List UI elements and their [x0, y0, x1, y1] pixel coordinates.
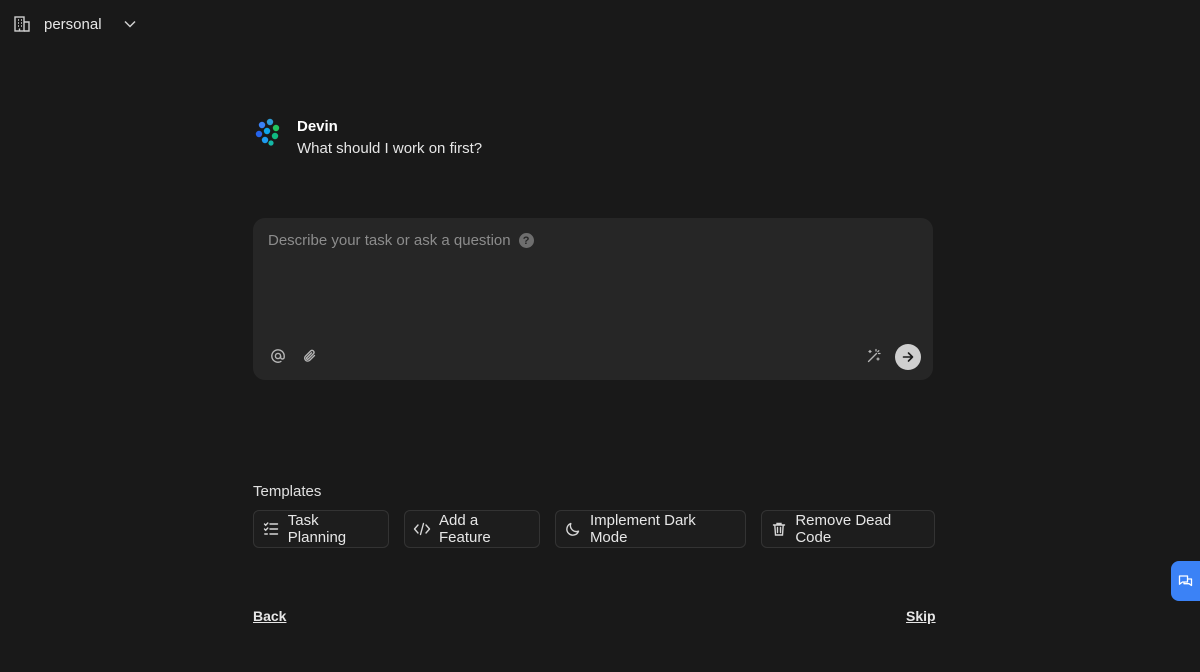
template-dark-mode[interactable]: Implement Dark Mode: [555, 510, 746, 548]
template-label: Implement Dark Mode: [589, 512, 696, 546]
template-remove-dead-code[interactable]: Remove Dead Code: [761, 510, 935, 548]
templates-heading: Templates: [253, 483, 322, 500]
feedback-button[interactable]: [1171, 561, 1200, 601]
at-icon[interactable]: [268, 346, 288, 366]
chevron-down-icon: [122, 16, 138, 32]
devin-logo: [255, 118, 280, 146]
template-task-planning[interactable]: Task Planning: [253, 510, 389, 548]
help-icon[interactable]: ?: [518, 233, 534, 248]
agent-question: What should I work on first?: [297, 140, 483, 157]
back-link[interactable]: Back: [253, 608, 286, 624]
task-composer[interactable]: Describe your task or ask a question ?: [253, 218, 933, 380]
task-input[interactable]: Describe your task or ask a question ?: [268, 232, 534, 249]
workspace-selector[interactable]: personal: [12, 12, 138, 36]
template-add-feature[interactable]: Add a Feature: [404, 510, 540, 548]
agent-name: Devin: [297, 118, 338, 135]
workspace-label: personal: [44, 15, 102, 33]
agent-greeting: Devin What should I work on first?: [253, 117, 482, 159]
paperclip-icon[interactable]: [300, 346, 320, 366]
templates-list: Task Planning Add a Feature Implement Da…: [253, 510, 935, 548]
template-label: Add a Feature: [439, 512, 491, 546]
send-arrow-icon: [902, 352, 914, 362]
template-label: Remove Dead Code: [795, 512, 892, 546]
chat-icon: [1178, 574, 1193, 586]
checklist-icon: [262, 520, 280, 538]
send-button[interactable]: [895, 344, 921, 370]
template-label: Task Planning: [287, 512, 347, 546]
building-icon: [12, 14, 32, 34]
skip-link[interactable]: Skip: [906, 608, 936, 624]
trash-icon: [770, 520, 787, 538]
moon-icon: [564, 520, 582, 538]
task-input-placeholder: Describe your task or ask a question: [268, 232, 511, 249]
magic-wand-icon[interactable]: [864, 346, 884, 366]
code-icon: [413, 520, 431, 538]
